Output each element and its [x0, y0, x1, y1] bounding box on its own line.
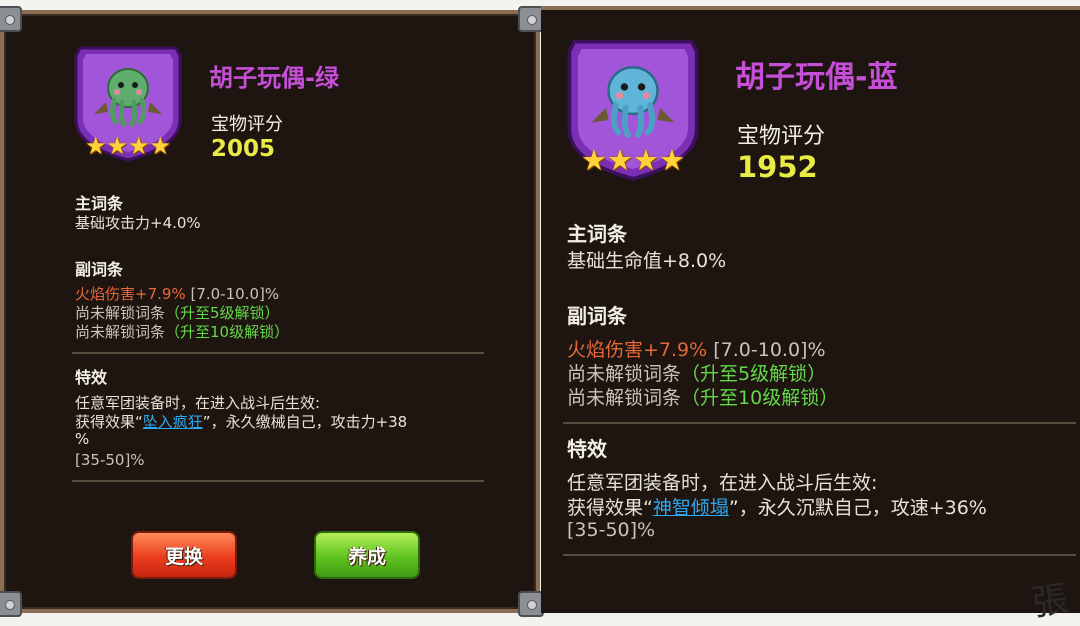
section-divider	[563, 422, 1076, 424]
develop-button[interactable]: 养成	[314, 531, 420, 579]
sub-stat-1: 火焰伤害+7.9% [7.0-10.0]%	[75, 283, 279, 304]
locked-sub-stat-1: 尚未解锁词条（升至5级解锁）	[567, 359, 826, 386]
sub-stat-1-value: 火焰伤害+7.9%	[567, 339, 708, 361]
effect-suffix: ”，永久缴械自己，攻击力+38	[202, 413, 408, 431]
effect-header: 特效	[567, 437, 607, 461]
replace-button[interactable]: 更换	[131, 531, 237, 579]
effect-link[interactable]: 神智倾塌	[653, 497, 729, 519]
effect-line-2: 获得效果“坠入疯狂”，永久缴械自己，攻击力+38	[75, 411, 407, 432]
effect-line-1: 任意军团装备时，在进入战斗后生效:	[75, 394, 321, 412]
section-divider	[72, 352, 484, 354]
locked-label: 尚未解锁词条	[75, 304, 166, 322]
effect-link[interactable]: 坠入疯狂	[143, 413, 203, 431]
section-divider	[72, 480, 484, 482]
star-icon: ★	[84, 132, 107, 160]
star-icon: ★	[128, 132, 150, 160]
section-divider	[563, 554, 1076, 556]
score-value: 1952	[737, 150, 818, 184]
sub-stat-header: 副词条	[567, 304, 627, 328]
sub-stat-1-range: [7.0-10.0]%	[190, 285, 280, 303]
sub-stat-header: 副词条	[75, 260, 124, 279]
star-icon: ★	[607, 143, 633, 177]
star-icon: ★	[659, 143, 685, 177]
corner-rivet-icon	[0, 591, 22, 617]
effect-range: [35-50]%	[75, 451, 145, 469]
star-icon: ★	[149, 132, 172, 160]
item-name: 胡子玩偶-蓝	[735, 60, 898, 95]
score-value: 2005	[211, 136, 276, 162]
effect-line-2: 获得效果“神智倾塌”，永久沉默自己，攻速+36%	[567, 493, 987, 520]
unlock-hint: （升至5级解锁）	[165, 304, 280, 322]
locked-sub-stat-2: 尚未解锁词条（升至10级解锁）	[567, 383, 838, 410]
locked-label: 尚未解锁词条	[75, 323, 166, 341]
sub-stat-1: 火焰伤害+7.9% [7.0-10.0]%	[567, 335, 826, 362]
effect-range: [35-50]%	[567, 519, 656, 541]
unlock-hint: （升至10级解锁）	[165, 323, 290, 341]
star-icon: ★	[581, 143, 607, 177]
effect-prefix: 获得效果“	[75, 413, 143, 431]
star-rating: ★ ★ ★ ★	[562, 146, 704, 175]
effect-header: 特效	[75, 368, 108, 387]
locked-label: 尚未解锁词条	[567, 387, 682, 409]
score-label: 宝物评分	[737, 124, 826, 149]
main-stat-value: 基础攻击力+4.0%	[75, 214, 201, 232]
unlock-hint: （升至10级解锁）	[681, 387, 839, 409]
treasure-icon-green: ★ ★ ★ ★	[70, 42, 186, 164]
effect-suffix: ”，永久沉默自己，攻速+36%	[728, 497, 987, 519]
sub-stat-1-range: [7.0-10.0]%	[713, 339, 826, 361]
unlock-hint: （升至5级解锁）	[681, 363, 827, 385]
main-stat-value: 基础生命值+8.0%	[567, 250, 727, 272]
effect-prefix: 获得效果“	[567, 497, 653, 519]
effect-line-3: %	[75, 430, 90, 448]
star-icon: ★	[106, 132, 128, 160]
effect-line-1: 任意军团装备时，在进入战斗后生效:	[567, 472, 878, 494]
locked-label: 尚未解锁词条	[567, 363, 682, 385]
star-icon: ★	[633, 143, 659, 177]
item-name: 胡子玩偶-绿	[209, 64, 339, 92]
sub-stat-1-value: 火焰伤害+7.9%	[75, 285, 186, 303]
treasure-icon-blue: ★ ★ ★ ★	[562, 34, 704, 184]
locked-sub-stat-1: 尚未解锁词条（升至5级解锁）	[75, 302, 280, 323]
star-rating: ★ ★ ★ ★	[70, 134, 186, 158]
score-label: 宝物评分	[211, 114, 283, 135]
corner-rivet-icon	[0, 6, 22, 32]
main-stat-header: 主词条	[75, 194, 124, 213]
signature-mark: 張	[1029, 578, 1072, 625]
locked-sub-stat-2: 尚未解锁词条（升至10级解锁）	[75, 321, 289, 342]
main-stat-header: 主词条	[567, 222, 627, 246]
